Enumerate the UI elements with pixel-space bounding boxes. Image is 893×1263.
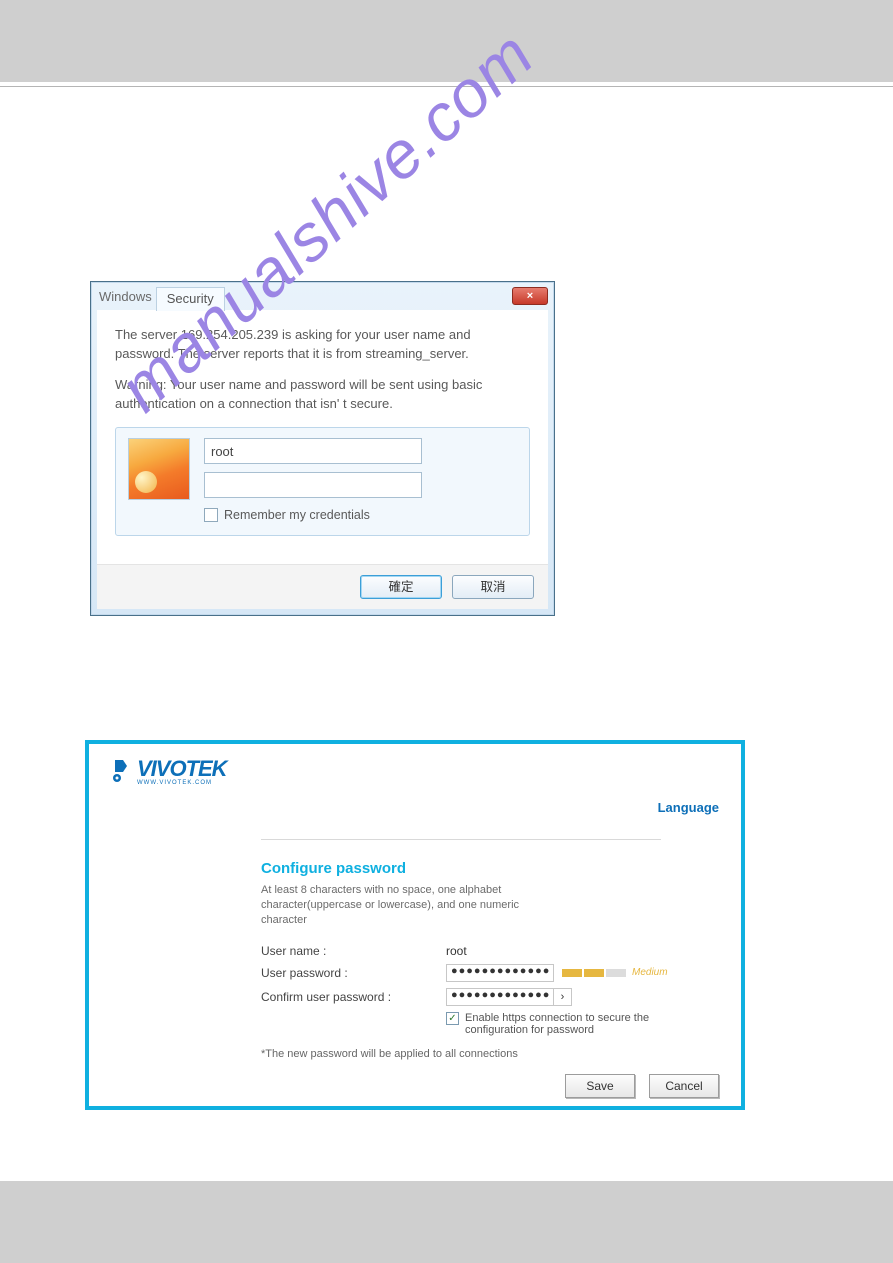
language-link[interactable]: Language	[111, 800, 719, 815]
confirm-password-row: Confirm user password : ●●●●●●●●●●●●● ›	[261, 988, 719, 1006]
dialog-footer: 確定 取消	[97, 564, 548, 609]
dialog-body: The server 169.254.205.239 is asking for…	[97, 310, 548, 609]
username-label: User name :	[261, 944, 446, 958]
password-hint: At least 8 characters with no space, one…	[261, 883, 521, 928]
vivotek-logo-icon	[111, 758, 133, 784]
vivotek-logo-text: VIVOTEK	[137, 756, 227, 782]
password-row: User password : ●●●●●●●●●●●●● Medium	[261, 964, 719, 982]
password-reveal-button[interactable]: ›	[554, 988, 572, 1006]
strength-meter: Medium	[562, 967, 668, 978]
titlebar[interactable]: Windows Security ×	[91, 282, 554, 310]
https-label: Enable https connection to secure the co…	[465, 1012, 685, 1036]
password-note: *The new password will be applied to all…	[261, 1048, 719, 1060]
page-header-bar	[0, 0, 893, 82]
username-value: root	[446, 944, 467, 958]
titlebar-prefix: Windows	[99, 289, 156, 304]
confirm-password-input[interactable]: ●●●●●●●●●●●●●	[446, 988, 554, 1006]
password-label: User password :	[261, 966, 446, 980]
strength-segment-3	[606, 969, 626, 977]
close-icon: ×	[527, 290, 533, 302]
password-input[interactable]: ●●●●●●●●●●●●●	[446, 964, 554, 982]
remember-row: Remember my credentials	[204, 506, 519, 524]
save-button[interactable]: Save	[565, 1074, 635, 1098]
password-input[interactable]	[204, 472, 422, 498]
vivotek-logo: VIVOTEK WWW.VIVOTEK.COM	[111, 756, 719, 786]
divider	[261, 839, 661, 840]
strength-segment-1	[562, 969, 582, 977]
close-button[interactable]: ×	[512, 287, 548, 305]
username-row: User name : root	[261, 944, 719, 958]
strength-label: Medium	[632, 967, 668, 978]
remember-label: Remember my credentials	[224, 506, 370, 524]
configure-password-form: Configure password At least 8 characters…	[261, 860, 719, 1098]
remember-checkbox[interactable]	[204, 508, 218, 522]
vivotek-panel: VIVOTEK WWW.VIVOTEK.COM Language Configu…	[85, 740, 745, 1110]
titlebar-tab: Security	[156, 287, 225, 311]
credentials-panel: Remember my credentials	[115, 427, 530, 535]
ok-button[interactable]: 確定	[360, 575, 442, 599]
https-row: ✓ Enable https connection to secure the …	[446, 1012, 719, 1036]
username-input[interactable]	[204, 438, 422, 464]
cancel-button[interactable]: Cancel	[649, 1074, 719, 1098]
avatar-icon	[128, 438, 190, 500]
divider	[0, 86, 893, 87]
form-title: Configure password	[261, 860, 719, 877]
dialog-message-1: The server 169.254.205.239 is asking for…	[115, 326, 530, 364]
https-checkbox[interactable]: ✓	[446, 1012, 459, 1025]
strength-segment-2	[584, 969, 604, 977]
cancel-button[interactable]: 取消	[452, 575, 534, 599]
page-footer-bar	[0, 1181, 893, 1263]
windows-security-dialog: Windows Security × The server 169.254.20…	[90, 281, 555, 616]
form-footer: Save Cancel	[261, 1074, 719, 1098]
confirm-password-label: Confirm user password :	[261, 990, 446, 1004]
dialog-message-2: Warning: Your user name and password wil…	[115, 376, 530, 414]
credential-fields: Remember my credentials	[204, 438, 519, 524]
